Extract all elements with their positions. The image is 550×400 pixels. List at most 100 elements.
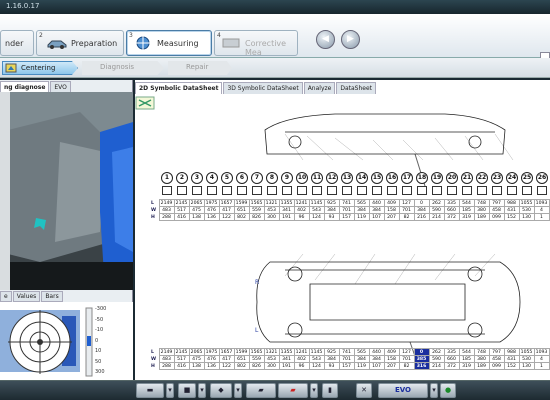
table-cell[interactable]: 107: [368, 362, 385, 370]
table-cell[interactable]: 701: [338, 355, 355, 363]
point-marker[interactable]: 6: [236, 172, 248, 184]
table-cell[interactable]: 1565: [248, 348, 265, 356]
table-cell[interactable]: 2145: [173, 348, 190, 356]
table-cell[interactable]: 701: [338, 206, 355, 214]
table-cell[interactable]: 099: [488, 213, 505, 221]
table-cell[interactable]: 2149: [158, 348, 175, 356]
delete-button[interactable]: ▮: [322, 383, 338, 398]
table-cell[interactable]: 701: [398, 206, 415, 214]
vehicle-dropdown[interactable]: ▾: [310, 383, 318, 398]
table-cell[interactable]: 262: [428, 348, 445, 356]
table-cell[interactable]: 124: [308, 362, 325, 370]
point-marker[interactable]: 26: [536, 172, 548, 184]
table-cell[interactable]: 1093: [533, 199, 550, 207]
evo-button[interactable]: EVO: [378, 383, 428, 398]
table-cell[interactable]: 530: [518, 206, 535, 214]
point-marker[interactable]: 7: [251, 172, 263, 184]
table-cell[interactable]: 590: [428, 206, 445, 214]
table-cell[interactable]: 124: [308, 213, 325, 221]
table-cell[interactable]: 4: [533, 206, 550, 214]
table-cell[interactable]: 1355: [278, 348, 295, 356]
table-cell[interactable]: 262: [428, 199, 445, 207]
back-button[interactable]: ◀: [316, 30, 335, 49]
table-cell[interactable]: 319: [458, 362, 475, 370]
table-cell[interactable]: 543: [308, 355, 325, 363]
step-preparation[interactable]: 2 Preparation: [36, 30, 124, 56]
evo-dropdown[interactable]: ▾: [430, 383, 438, 398]
table-cell[interactable]: 1565: [248, 199, 265, 207]
table-cell[interactable]: 157: [338, 213, 355, 221]
table-cell[interactable]: 1355: [278, 199, 295, 207]
table-cell[interactable]: 417: [218, 206, 235, 214]
table-cell[interactable]: 96: [293, 362, 310, 370]
table-cell[interactable]: 372: [443, 213, 460, 221]
table-cell[interactable]: 380: [473, 206, 490, 214]
table-cell[interactable]: 416: [173, 213, 190, 221]
point-marker[interactable]: 8: [266, 172, 278, 184]
table-cell[interactable]: 544: [458, 348, 475, 356]
table-cell[interactable]: 127: [398, 199, 415, 207]
table-cell[interactable]: 431: [503, 355, 520, 363]
substep-diagnosis[interactable]: Diagnosis: [82, 61, 164, 75]
table-cell[interactable]: 416: [173, 362, 190, 370]
point-marker[interactable]: 3: [191, 172, 203, 184]
table-cell[interactable]: 453: [263, 355, 280, 363]
table-cell[interactable]: 1657: [218, 199, 235, 207]
table-cell[interactable]: 402: [293, 355, 310, 363]
table-cell[interactable]: 590: [428, 355, 445, 363]
table-cell[interactable]: 0: [413, 199, 430, 207]
table-cell[interactable]: 826: [248, 213, 265, 221]
lift-dropdown[interactable]: ▾: [166, 383, 174, 398]
table-cell[interactable]: 565: [353, 199, 370, 207]
tab-datasheet[interactable]: DataSheet: [336, 82, 377, 94]
table-cell[interactable]: 384: [323, 355, 340, 363]
table-cell[interactable]: 802: [233, 213, 250, 221]
point-marker[interactable]: 11: [311, 172, 323, 184]
table-cell[interactable]: 158: [383, 355, 400, 363]
tab-3d-datasheet[interactable]: 3D Symbolic DataSheet: [223, 82, 303, 94]
table-cell[interactable]: 431: [503, 206, 520, 214]
table-cell[interactable]: 483: [158, 206, 175, 214]
table-cell[interactable]: 119: [353, 213, 370, 221]
table-cell[interactable]: 2065: [188, 348, 205, 356]
table-cell[interactable]: 559: [248, 355, 265, 363]
point-marker[interactable]: 5: [221, 172, 233, 184]
tab-analyze[interactable]: Analyze: [303, 82, 336, 94]
table-cell[interactable]: 660: [443, 206, 460, 214]
point-marker[interactable]: 2: [176, 172, 188, 184]
table-cell[interactable]: 797: [488, 348, 505, 356]
table-cell[interactable]: 191: [278, 213, 295, 221]
table-cell[interactable]: 802: [233, 362, 250, 370]
tab-values[interactable]: Values: [12, 291, 41, 302]
table-cell[interactable]: 988: [503, 348, 520, 356]
table-cell[interactable]: 544: [458, 199, 475, 207]
table-cell[interactable]: 402: [293, 206, 310, 214]
point-marker[interactable]: 15: [371, 172, 383, 184]
table-cell[interactable]: 316: [413, 362, 430, 370]
table-cell[interactable]: 288: [158, 213, 175, 221]
table-cell[interactable]: 1055: [518, 199, 535, 207]
table-cell[interactable]: 458: [488, 355, 505, 363]
table-cell[interactable]: 130: [518, 213, 535, 221]
table-cell[interactable]: 158: [383, 206, 400, 214]
table-cell[interactable]: 475: [188, 206, 205, 214]
table-cell[interactable]: 458: [488, 206, 505, 214]
table-cell[interactable]: 1241: [293, 348, 310, 356]
point-marker[interactable]: 14: [356, 172, 368, 184]
table-cell[interactable]: 119: [353, 362, 370, 370]
step-1[interactable]: nder: [0, 30, 34, 56]
table-cell[interactable]: 189: [473, 213, 490, 221]
point-marker[interactable]: 1: [161, 172, 173, 184]
table-cell[interactable]: 1093: [533, 348, 550, 356]
table-cell[interactable]: 517: [173, 355, 190, 363]
table-cell[interactable]: 741: [338, 199, 355, 207]
table-cell[interactable]: 82: [398, 213, 415, 221]
step-corrective[interactable]: 4 Corrective Mea: [214, 30, 298, 57]
table-cell[interactable]: 748: [473, 348, 490, 356]
table-cell[interactable]: 476: [203, 206, 220, 214]
table-cell[interactable]: 207: [383, 213, 400, 221]
table-cell[interactable]: 4: [533, 355, 550, 363]
point-marker[interactable]: 13: [341, 172, 353, 184]
step-measuring[interactable]: 3 Measuring: [126, 30, 212, 56]
table-cell[interactable]: 385: [413, 355, 430, 363]
